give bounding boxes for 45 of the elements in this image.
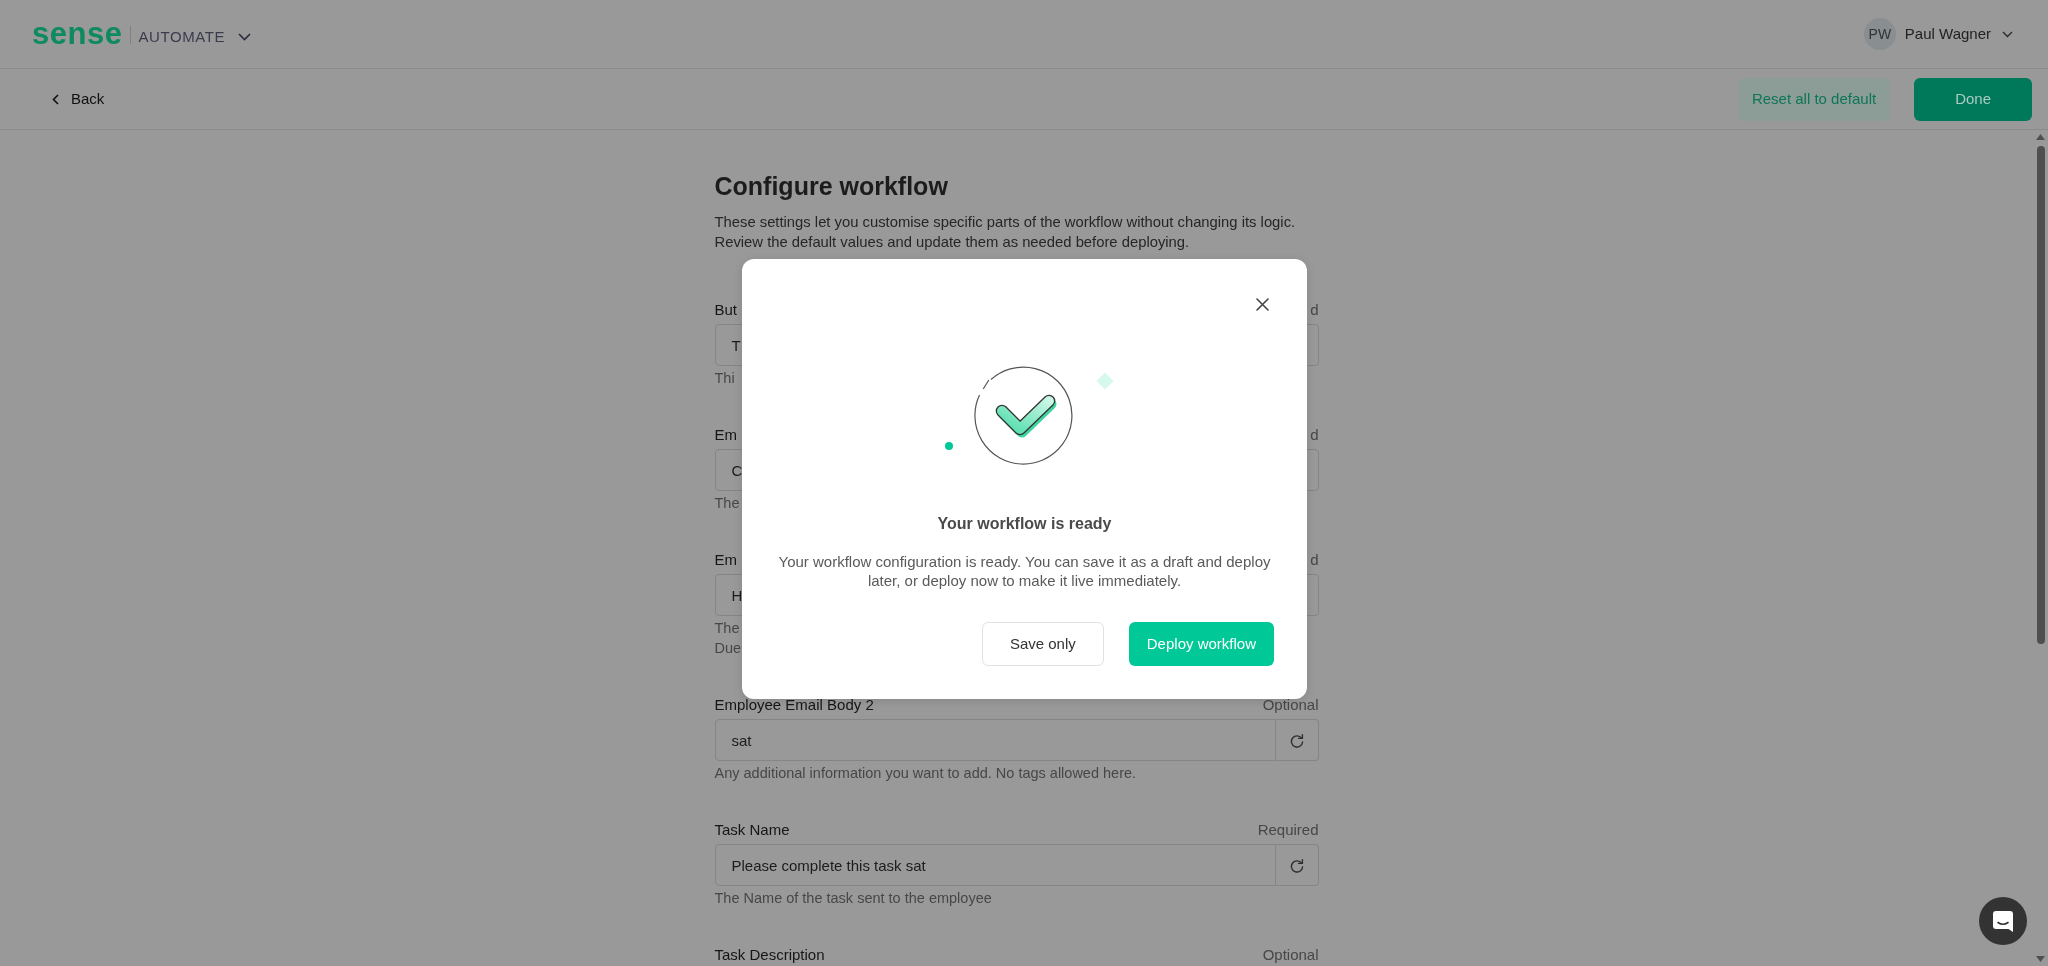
chevron-down-icon <box>238 33 252 41</box>
field-label: Task Name <box>714 820 790 840</box>
page-description: These settings let you customise specific parts of the workflow without changing its logic. Review the default values and update them as needed before deploying. <box>714 213 1297 252</box>
field-requirement: Optional <box>1262 945 1319 965</box>
field-hint: The Name of the task sent to the employee <box>714 889 992 908</box>
close-icon <box>1255 297 1269 311</box>
back-button[interactable]: Back <box>52 89 105 109</box>
dot-icon <box>944 442 953 450</box>
product-switcher[interactable]: AUTOMATE <box>138 27 252 47</box>
chat-bubble-icon <box>1993 910 2013 932</box>
field-label: Employee Email Body 2 <box>714 695 874 715</box>
field-hint: Thi <box>714 369 735 388</box>
triangle-up-icon[interactable] <box>2036 134 2045 140</box>
page-title: Configure workflow <box>714 171 949 202</box>
triangle-down-icon[interactable] <box>2036 956 2045 962</box>
refresh-icon <box>1289 732 1304 748</box>
field-hint: The <box>714 494 740 513</box>
field-label: Em <box>714 550 737 570</box>
field-label: But <box>714 300 737 320</box>
input-field[interactable]: sat <box>714 719 1276 761</box>
scrollbar-thumb[interactable] <box>2036 146 2045 644</box>
user-menu[interactable]: PW Paul Wagner <box>1863 18 2013 50</box>
dialog-message: Your workflow configuration is ready. You can save it as a draft and deploy later, or deploy now to make it live immediately. <box>777 552 1272 590</box>
logo-wordmark: sense <box>32 16 123 52</box>
reset-button[interactable] <box>1275 719 1319 761</box>
chevron-left-icon <box>52 93 59 105</box>
field-requirement: Optional <box>1262 695 1319 715</box>
field-requirement: Required <box>1257 820 1319 840</box>
field-hint: The Due <box>714 619 742 658</box>
field-label: Em <box>714 425 737 445</box>
field-requirement: d <box>1310 425 1319 445</box>
done-button[interactable]: Done <box>1914 77 2032 121</box>
field-requirement: d <box>1310 300 1319 320</box>
field-requirement: d <box>1310 550 1319 570</box>
refresh-icon <box>1289 857 1304 873</box>
check-circle-icon <box>973 366 1072 465</box>
chat-button[interactable] <box>1979 897 2027 945</box>
input-field[interactable]: Please complete this task sat <box>714 844 1276 886</box>
chevron-down-icon <box>2002 30 2013 38</box>
field-label: Task Description <box>714 945 825 965</box>
avatar: PW <box>1863 18 1896 50</box>
field-hint: Any additional information you want to add. No tags allowed here. <box>714 764 1137 783</box>
save-button[interactable]: Save only <box>981 622 1104 666</box>
reset-button[interactable] <box>1275 844 1319 886</box>
dialog-title: Your workflow is ready <box>936 514 1113 534</box>
